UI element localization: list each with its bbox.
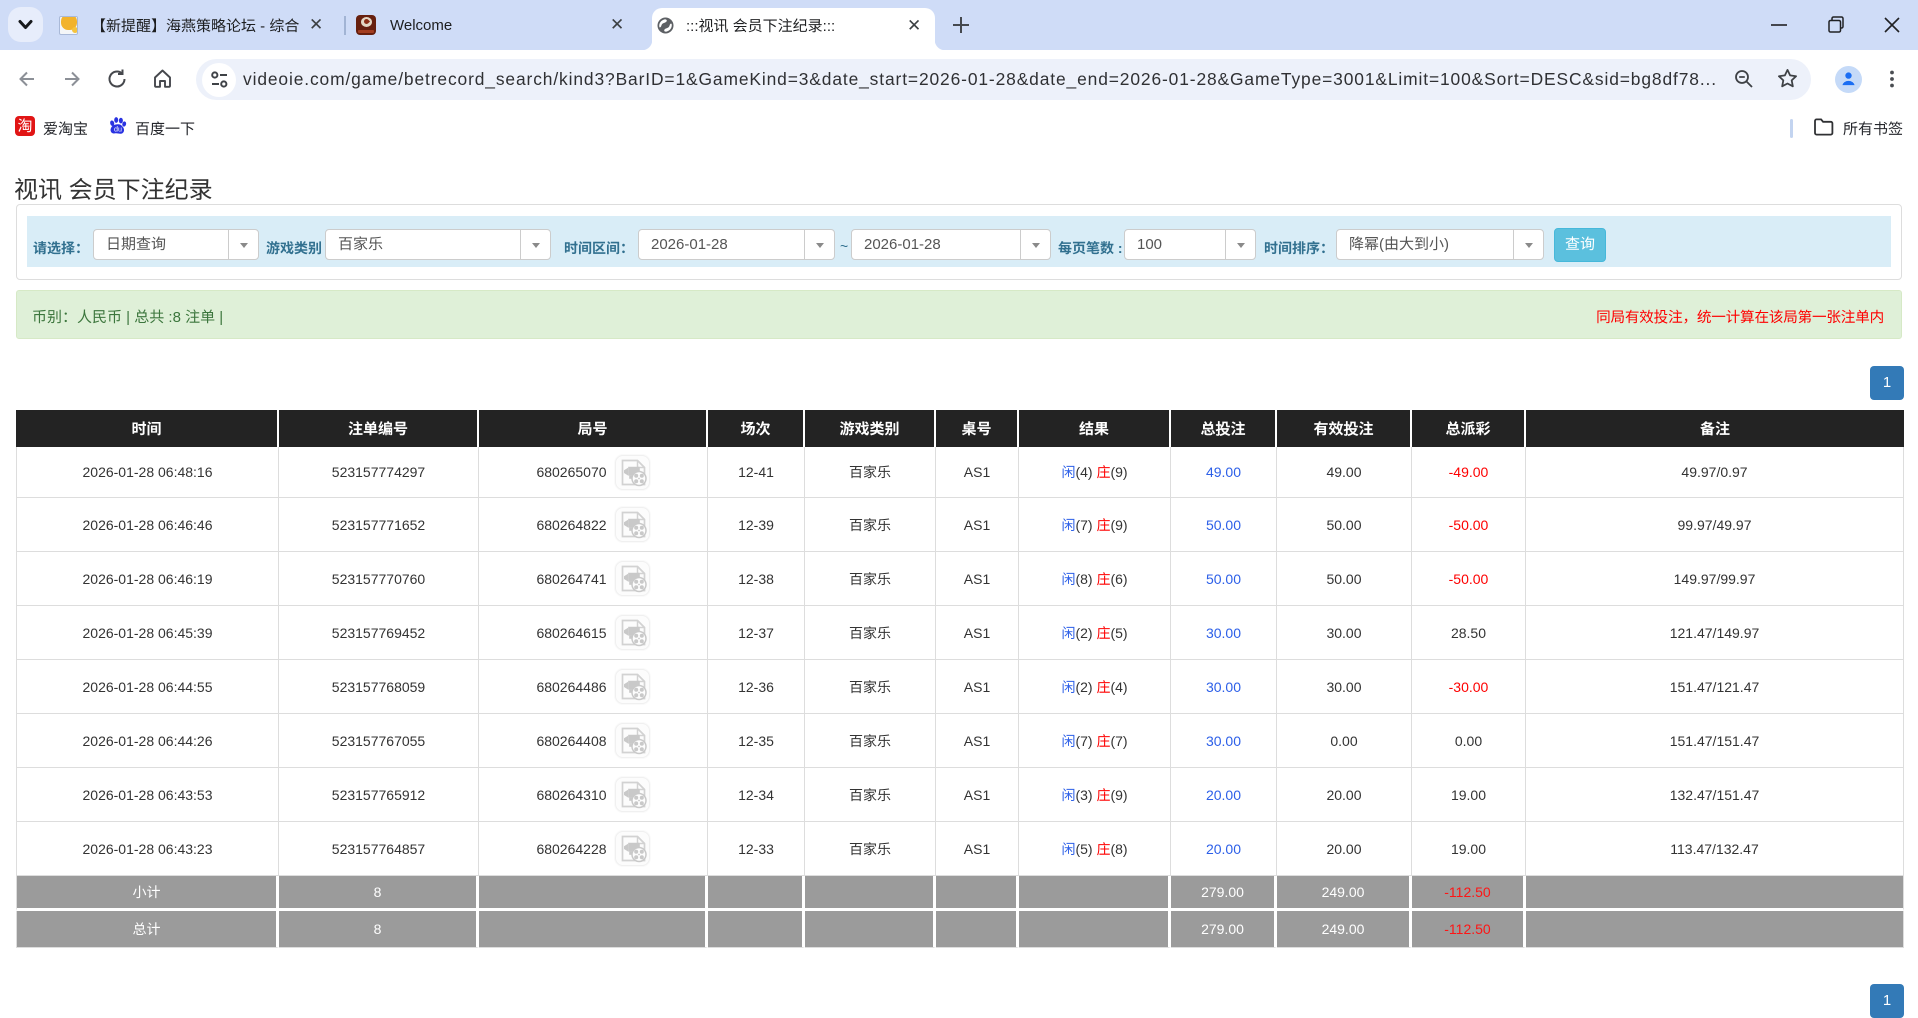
svg-text:du: du [114,124,122,133]
